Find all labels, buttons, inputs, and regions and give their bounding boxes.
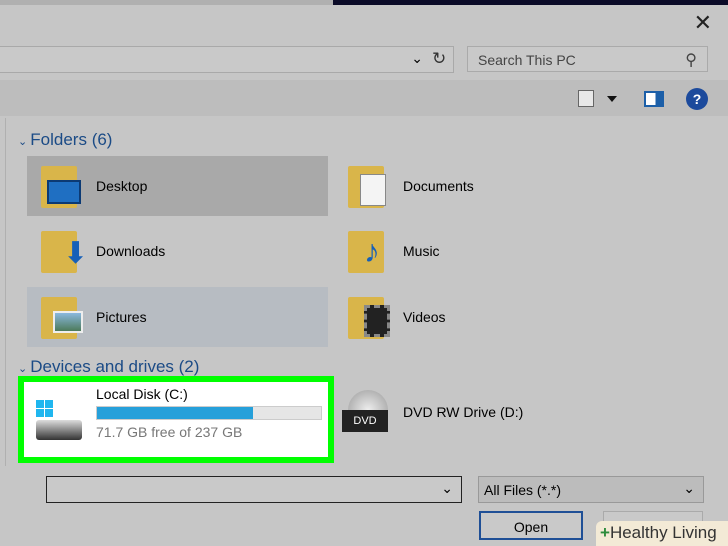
drive-label: DVD RW Drive (D:) [403,404,524,420]
watermark-text: Healthy Living [609,523,717,542]
search-placeholder: Search This PC [478,52,576,68]
chevron-down-icon[interactable]: ⌄ [441,480,453,497]
search-input[interactable]: Search This PC ⚲ [467,46,708,72]
folder-downloads[interactable]: ⬇ Downloads [27,221,328,281]
folder-videos[interactable]: Videos [334,287,635,347]
folders-header[interactable]: ⌄ Folders (6) [18,130,112,150]
desktop-icon [47,180,81,204]
filename-combobox[interactable]: ⌄ [46,476,462,503]
folder-label: Pictures [96,309,147,325]
drive-usage-fill [97,407,254,419]
folder-label: Documents [403,178,474,194]
folder-icon [41,166,81,208]
background-window [0,0,333,5]
folder-pictures[interactable]: Pictures [27,287,328,347]
file-type-select[interactable]: All Files (*.*) ⌄ [478,476,704,503]
file-type-value: All Files (*.*) [484,482,562,498]
drive-dvd-d[interactable]: DVD DVD RW Drive (D:) [340,386,640,446]
devices-header[interactable]: ⌄ Devices and drives (2) [18,357,199,377]
preview-pane-icon[interactable] [644,91,664,107]
address-bar[interactable]: ⌄ [0,46,454,73]
folders-header-label: Folders (6) [30,130,113,149]
watermark: +Healthy Living [596,521,728,546]
music-note-icon: ♪ [364,233,380,269]
search-icon[interactable]: ⚲ [685,50,697,70]
folder-icon: ♪ [348,231,384,273]
view-dropdown-icon[interactable] [607,96,617,102]
chevron-down-icon[interactable]: ⌄ [411,50,423,67]
folder-label: Downloads [96,243,166,259]
drive-usage-bar [96,406,322,420]
folder-icon: ⬇ [41,231,88,273]
help-icon[interactable]: ? [686,88,708,110]
folder-label: Videos [403,309,446,325]
drive-local-disk-c[interactable]: Local Disk (C:) 71.7 GB free of 237 GB [18,376,334,463]
folder-icon [348,166,386,208]
refresh-icon[interactable]: ↻ [432,49,446,69]
folder-label: Desktop [96,178,148,194]
hard-drive-icon [36,400,82,440]
film-icon [364,305,390,337]
dvd-drive-icon: DVD [342,410,388,432]
folder-music[interactable]: ♪ Music [334,221,635,281]
drive-free-space: 71.7 GB free of 237 GB [96,424,243,440]
view-icon[interactable] [578,90,594,107]
plus-icon: + [600,523,610,542]
folder-desktop[interactable]: Desktop [27,156,328,216]
picture-icon [53,311,83,333]
close-icon[interactable]: ✕ [694,10,712,36]
folder-label: Music [403,243,440,259]
devices-header-label: Devices and drives (2) [30,357,200,376]
folder-icon [348,297,390,339]
chevron-down-icon[interactable]: ⌄ [683,480,695,497]
drive-label: Local Disk (C:) [96,386,188,402]
download-arrow-icon: ⬇ [63,237,89,270]
toolbar: ? [0,80,728,116]
folder-icon [41,297,83,339]
folder-documents[interactable]: Documents [334,156,635,216]
background-window [333,0,728,5]
document-icon [360,174,386,206]
open-button[interactable]: Open [479,511,583,540]
